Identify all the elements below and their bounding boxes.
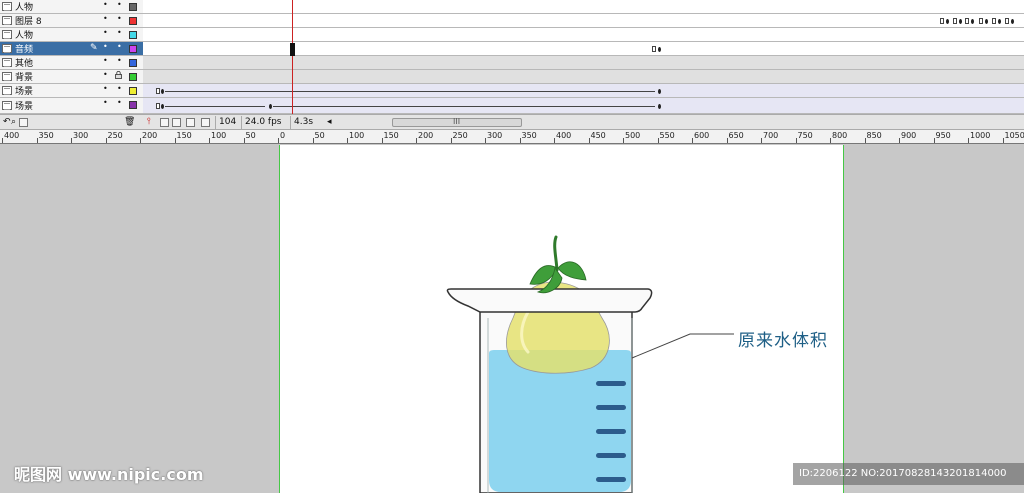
annotation-leader-line: [631, 333, 734, 359]
watermark-site: 昵图网 www.nipic.com: [14, 465, 204, 484]
pear-stem: [553, 235, 559, 272]
graduation-mark: [596, 477, 626, 482]
graduation-mark: [596, 453, 626, 458]
annotation-label: 原来水体积: [738, 331, 828, 351]
pear-leaf-right: [557, 261, 587, 281]
graduation-mark: [596, 381, 626, 386]
watermark-id: ID:2206122 NO:20170828143201814000: [793, 463, 1024, 485]
beaker-artwork: [446, 235, 734, 493]
graduation-mark: [596, 405, 626, 410]
beaker-rim: [446, 288, 653, 313]
graduation-mark: [596, 429, 626, 434]
flash-editor-window: 人物 • • 图层 8 • • 人物 • • 音频 ✎ • • 其他 • • 背…: [0, 0, 1024, 493]
